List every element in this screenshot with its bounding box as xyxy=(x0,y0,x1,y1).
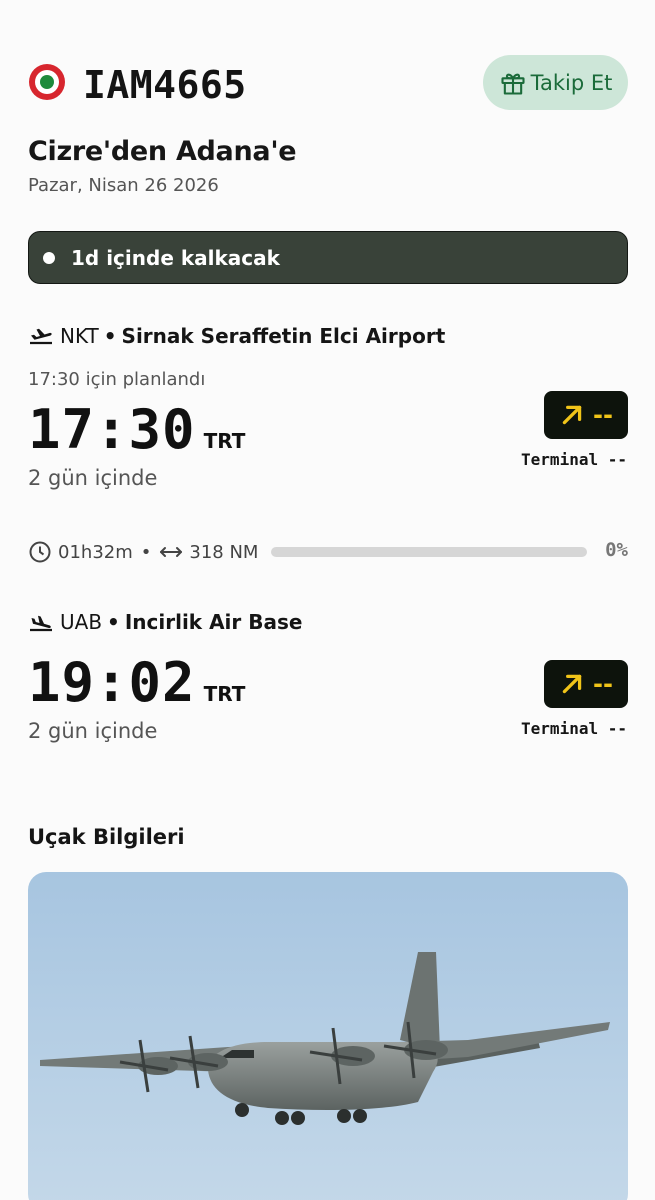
departure-separator: • xyxy=(103,324,117,348)
departure-terminal: Terminal -- xyxy=(521,450,627,469)
gift-icon xyxy=(501,73,525,95)
clock-icon xyxy=(29,541,51,563)
departure-timezone: TRT xyxy=(203,429,246,453)
status-dot-icon xyxy=(43,251,55,264)
flight-distance: 318 NM xyxy=(189,541,259,563)
arrival-relative: 2 gün içinde xyxy=(28,719,158,743)
progress-separator: • xyxy=(140,541,152,563)
distance-arrows-icon xyxy=(160,547,183,557)
departure-gate-badge: -- xyxy=(544,391,628,439)
aircraft-illustration xyxy=(28,872,628,1200)
flight-header: IAM4665 Takip Et xyxy=(28,55,628,111)
departure-relative: 2 gün içinde xyxy=(28,466,158,490)
arrow-up-right-icon xyxy=(562,674,582,694)
arrival-airport[interactable]: UAB • Incirlik Air Base xyxy=(28,610,302,634)
arrow-up-right-icon xyxy=(562,405,582,425)
arrival-gate-badge: -- xyxy=(544,660,628,708)
track-button-label: Takip Et xyxy=(530,70,613,95)
aircraft-photo[interactable] xyxy=(28,872,628,1200)
arrival-code: UAB xyxy=(60,610,103,634)
arrival-airport-name: Incirlik Air Base xyxy=(124,610,303,634)
departure-scheduled: 17:30 için planlandı xyxy=(28,369,206,390)
departure-gate: -- xyxy=(593,401,613,429)
arrival-timezone: TRT xyxy=(203,682,246,706)
arrival-time-value: 19:02 xyxy=(28,651,196,714)
flight-number: IAM4665 xyxy=(83,63,247,107)
track-button[interactable]: Takip Et xyxy=(483,55,628,110)
progress-percent: 0% xyxy=(605,539,628,561)
aircraft-section-title: Uçak Bilgileri xyxy=(28,825,185,849)
status-text: 1d içinde kalkacak xyxy=(71,245,280,270)
departure-code: NKT xyxy=(60,324,99,348)
route-title: Cizre'den Adana'e xyxy=(28,136,297,167)
arrival-gate: -- xyxy=(593,670,613,698)
arrival-terminal: Terminal -- xyxy=(521,719,627,738)
flight-progress: 01h32m • 318 NM 0% xyxy=(28,539,628,565)
progress-track xyxy=(271,547,587,557)
departure-airport-name: Sirnak Seraffetin Elci Airport xyxy=(121,324,446,348)
landing-icon xyxy=(30,615,52,632)
takeoff-icon xyxy=(30,328,52,345)
status-banner: 1d içinde kalkacak xyxy=(28,231,628,284)
departure-time: 17:30 TRT xyxy=(28,398,245,461)
italian-roundel-icon xyxy=(29,64,65,100)
departure-time-value: 17:30 xyxy=(28,398,196,461)
arrival-separator: • xyxy=(107,610,120,634)
flight-date: Pazar, Nisan 26 2026 xyxy=(28,175,219,196)
departure-airport[interactable]: NKT • Sirnak Seraffetin Elci Airport xyxy=(28,324,445,348)
arrival-time: 19:02 TRT xyxy=(28,651,245,714)
flight-duration: 01h32m xyxy=(58,541,133,563)
